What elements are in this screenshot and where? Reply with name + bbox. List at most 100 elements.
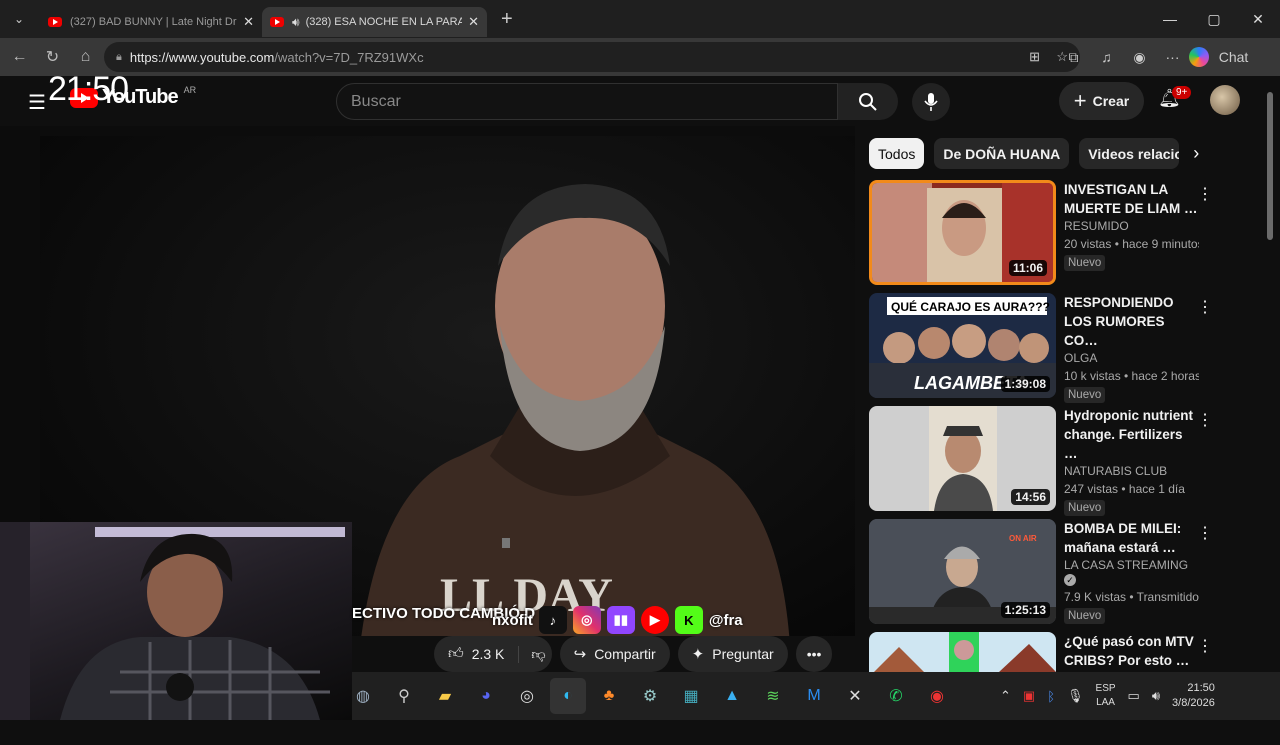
- more-vert-icon[interactable]: ⋮: [1197, 636, 1213, 656]
- more-options-icon[interactable]: ···: [1156, 49, 1189, 65]
- browser-tab-2[interactable]: 🔊︎ (328) ESA NOCHE EN LA PARA… ✕: [262, 7, 487, 37]
- filter-chips: Todos De DOÑA HUANA Videos relacio ›: [869, 138, 1199, 169]
- clock-date: 3/8/2026: [1172, 697, 1215, 709]
- avatar[interactable]: [1210, 85, 1240, 115]
- search-input[interactable]: Buscar: [336, 83, 838, 120]
- more-vert-icon[interactable]: ⋮: [1197, 184, 1213, 204]
- extensions-icon[interactable]: ⧉: [1057, 49, 1090, 66]
- lang-top: ESP: [1095, 683, 1116, 694]
- search-button[interactable]: [838, 83, 898, 120]
- close-tab-icon[interactable]: ✕: [243, 14, 254, 30]
- menu-icon[interactable]: ☰: [28, 90, 46, 115]
- chip-related[interactable]: Videos relacio: [1079, 138, 1180, 169]
- video-title[interactable]: INVESTIGAN LA MUERTE DE LIAM …: [1064, 180, 1199, 218]
- chrome-icon[interactable]: ◎: [509, 678, 545, 714]
- search-taskbar-icon[interactable]: ⚲: [386, 678, 422, 714]
- list-item[interactable]: QUÉ CARAJO ES AURA??? LAGAMBETA 1:39:08 …: [869, 293, 1219, 406]
- maximize-button[interactable]: ▢: [1192, 0, 1236, 38]
- close-tab-icon[interactable]: ✕: [468, 14, 479, 30]
- volume-icon[interactable]: 🔊︎: [1152, 688, 1160, 704]
- video-title[interactable]: BOMBA DE MILEI: mañana estará …: [1064, 519, 1199, 557]
- page-scrollbar[interactable]: [1264, 80, 1276, 670]
- new-tab-button[interactable]: +: [501, 8, 513, 31]
- clock-time: 21:50: [1187, 682, 1215, 694]
- fl-studio-icon[interactable]: ♣: [591, 678, 627, 714]
- create-label: Crear: [1092, 93, 1130, 109]
- plus-icon: +: [1073, 88, 1087, 113]
- more-actions-button[interactable]: •••: [795, 636, 833, 672]
- channel-name[interactable]: OLGA: [1064, 351, 1199, 365]
- channel-name[interactable]: LA CASA STREAMING ✓: [1064, 558, 1199, 586]
- thumbnail-image: [874, 632, 1056, 672]
- thumbs-down-icon[interactable]: 👎︎: [518, 645, 546, 663]
- youtube-favicon-icon: [270, 17, 284, 27]
- browser-tab-bar: ⌄ (327) BAD BUNNY | Late Night Dri… ✕ 🔊︎…: [0, 0, 1280, 38]
- chevron-up-icon[interactable]: ⌃: [1000, 688, 1011, 704]
- video-thumbnail[interactable]: 14:56: [869, 406, 1056, 511]
- video-thumbnail[interactable]: QUÉ CARAJO ES AURA??? LAGAMBETA 1:39:08: [869, 293, 1056, 398]
- more-vert-icon[interactable]: ⋮: [1197, 410, 1213, 430]
- steam-icon[interactable]: ⚙: [632, 678, 668, 714]
- photos-icon[interactable]: ▲: [714, 678, 750, 714]
- video-thumbnail[interactable]: [869, 632, 1056, 672]
- new-badge: Nuevo: [1064, 608, 1106, 624]
- refresh-icon[interactable]: ↻: [36, 47, 69, 67]
- speaker-icon[interactable]: 🔊︎: [292, 15, 300, 30]
- list-item[interactable]: 14:56 Hydroponic nutrient change. Fertil…: [869, 406, 1219, 519]
- app-available-icon[interactable]: ⊞: [1029, 49, 1040, 65]
- store-icon[interactable]: ▦: [673, 678, 709, 714]
- video-duration: 11:06: [1008, 260, 1047, 276]
- scrollbar-thumb[interactable]: [1267, 92, 1273, 240]
- url-bar[interactable]: 🔒︎ https://www.youtube.com /watch?v=7D_7…: [104, 42, 1080, 72]
- video-title[interactable]: ¿Qué pasó con MTV CRIBS? Por esto …: [1064, 632, 1199, 670]
- like-button[interactable]: 👍︎ 2.3 K 👎︎: [434, 636, 552, 672]
- tab-title: (328) ESA NOCHE EN LA PARA…: [305, 16, 463, 28]
- app-m-icon[interactable]: M: [796, 678, 832, 714]
- file-explorer-icon[interactable]: ▰: [427, 678, 463, 714]
- recorder-icon[interactable]: ◉: [919, 678, 955, 714]
- chevron-right-icon[interactable]: ›: [1193, 143, 1199, 164]
- whatsapp-icon[interactable]: ✆: [878, 678, 914, 714]
- more-vert-icon[interactable]: ⋮: [1197, 297, 1213, 317]
- language-indicator[interactable]: ESP LAA: [1096, 682, 1116, 710]
- microphone-tray-icon[interactable]: 🎙︎: [1067, 688, 1084, 704]
- feed-icon[interactable]: ≋: [755, 678, 791, 714]
- video-title[interactable]: Hydroponic nutrient change. Fertilizers …: [1064, 406, 1199, 463]
- back-icon[interactable]: ←: [3, 48, 36, 66]
- edge-icon[interactable]: ◐: [550, 678, 586, 714]
- chip-all[interactable]: Todos: [869, 138, 925, 169]
- stream-clock-overlay: 21:50: [48, 70, 129, 108]
- system-tray: ⌃ ▣ ᛒ 🎙︎ ESP LAA ▭ 🔊︎ 21:50 3/8/2026: [1000, 672, 1223, 720]
- lock-icon[interactable]: 🔒︎: [116, 51, 122, 64]
- channel-name[interactable]: RESUMIDO: [1064, 219, 1199, 233]
- ask-button[interactable]: ✦ Preguntar: [677, 636, 788, 672]
- system-clock[interactable]: 21:50 3/8/2026: [1172, 681, 1215, 711]
- close-window-button[interactable]: ✕: [1236, 0, 1280, 38]
- more-vert-icon[interactable]: ⋮: [1197, 523, 1213, 543]
- create-button[interactable]: + Crear: [1059, 82, 1144, 120]
- list-item[interactable]: ON AIR 1:25:13 BOMBA DE MILEI: mañana es…: [869, 519, 1219, 632]
- video-title[interactable]: RESPONDIENDO LOS RUMORES CO…: [1064, 293, 1199, 350]
- video-thumbnail[interactable]: ON AIR 1:25:13: [869, 519, 1056, 624]
- profile-icon[interactable]: ◉: [1123, 49, 1156, 66]
- share-button[interactable]: ↪ Compartir: [559, 636, 670, 672]
- discord-icon[interactable]: ◕: [468, 678, 504, 714]
- xbox-icon[interactable]: ✕: [837, 678, 873, 714]
- chip-channel[interactable]: De DOÑA HUANA: [934, 138, 1070, 169]
- network-icon[interactable]: ▭: [1128, 688, 1140, 704]
- list-item[interactable]: 11:06 INVESTIGAN LA MUERTE DE LIAM … RES…: [869, 180, 1219, 293]
- minimize-button[interactable]: —: [1148, 0, 1192, 38]
- youtube-icon: ▶: [640, 606, 669, 634]
- copilot-chat-button[interactable]: Chat: [1189, 47, 1250, 67]
- tab-actions-menu-icon[interactable]: ⌄: [0, 0, 38, 38]
- new-badge: Nuevo: [1064, 500, 1106, 516]
- tray-app-icon[interactable]: ▣: [1023, 688, 1035, 704]
- address-toolbar: ← ↻ ⌂ 🔒︎ https://www.youtube.com /watch?…: [0, 38, 1280, 76]
- voice-search-button[interactable]: [912, 83, 950, 121]
- bluetooth-icon[interactable]: ᛒ: [1047, 689, 1055, 704]
- home-icon[interactable]: ⌂: [69, 48, 102, 66]
- media-control-icon[interactable]: ♫: [1090, 49, 1123, 65]
- channel-name[interactable]: NATURABIS CLUB: [1064, 464, 1199, 478]
- browser-tab-1[interactable]: (327) BAD BUNNY | Late Night Dri… ✕: [40, 7, 262, 37]
- video-thumbnail[interactable]: 11:06: [869, 180, 1056, 285]
